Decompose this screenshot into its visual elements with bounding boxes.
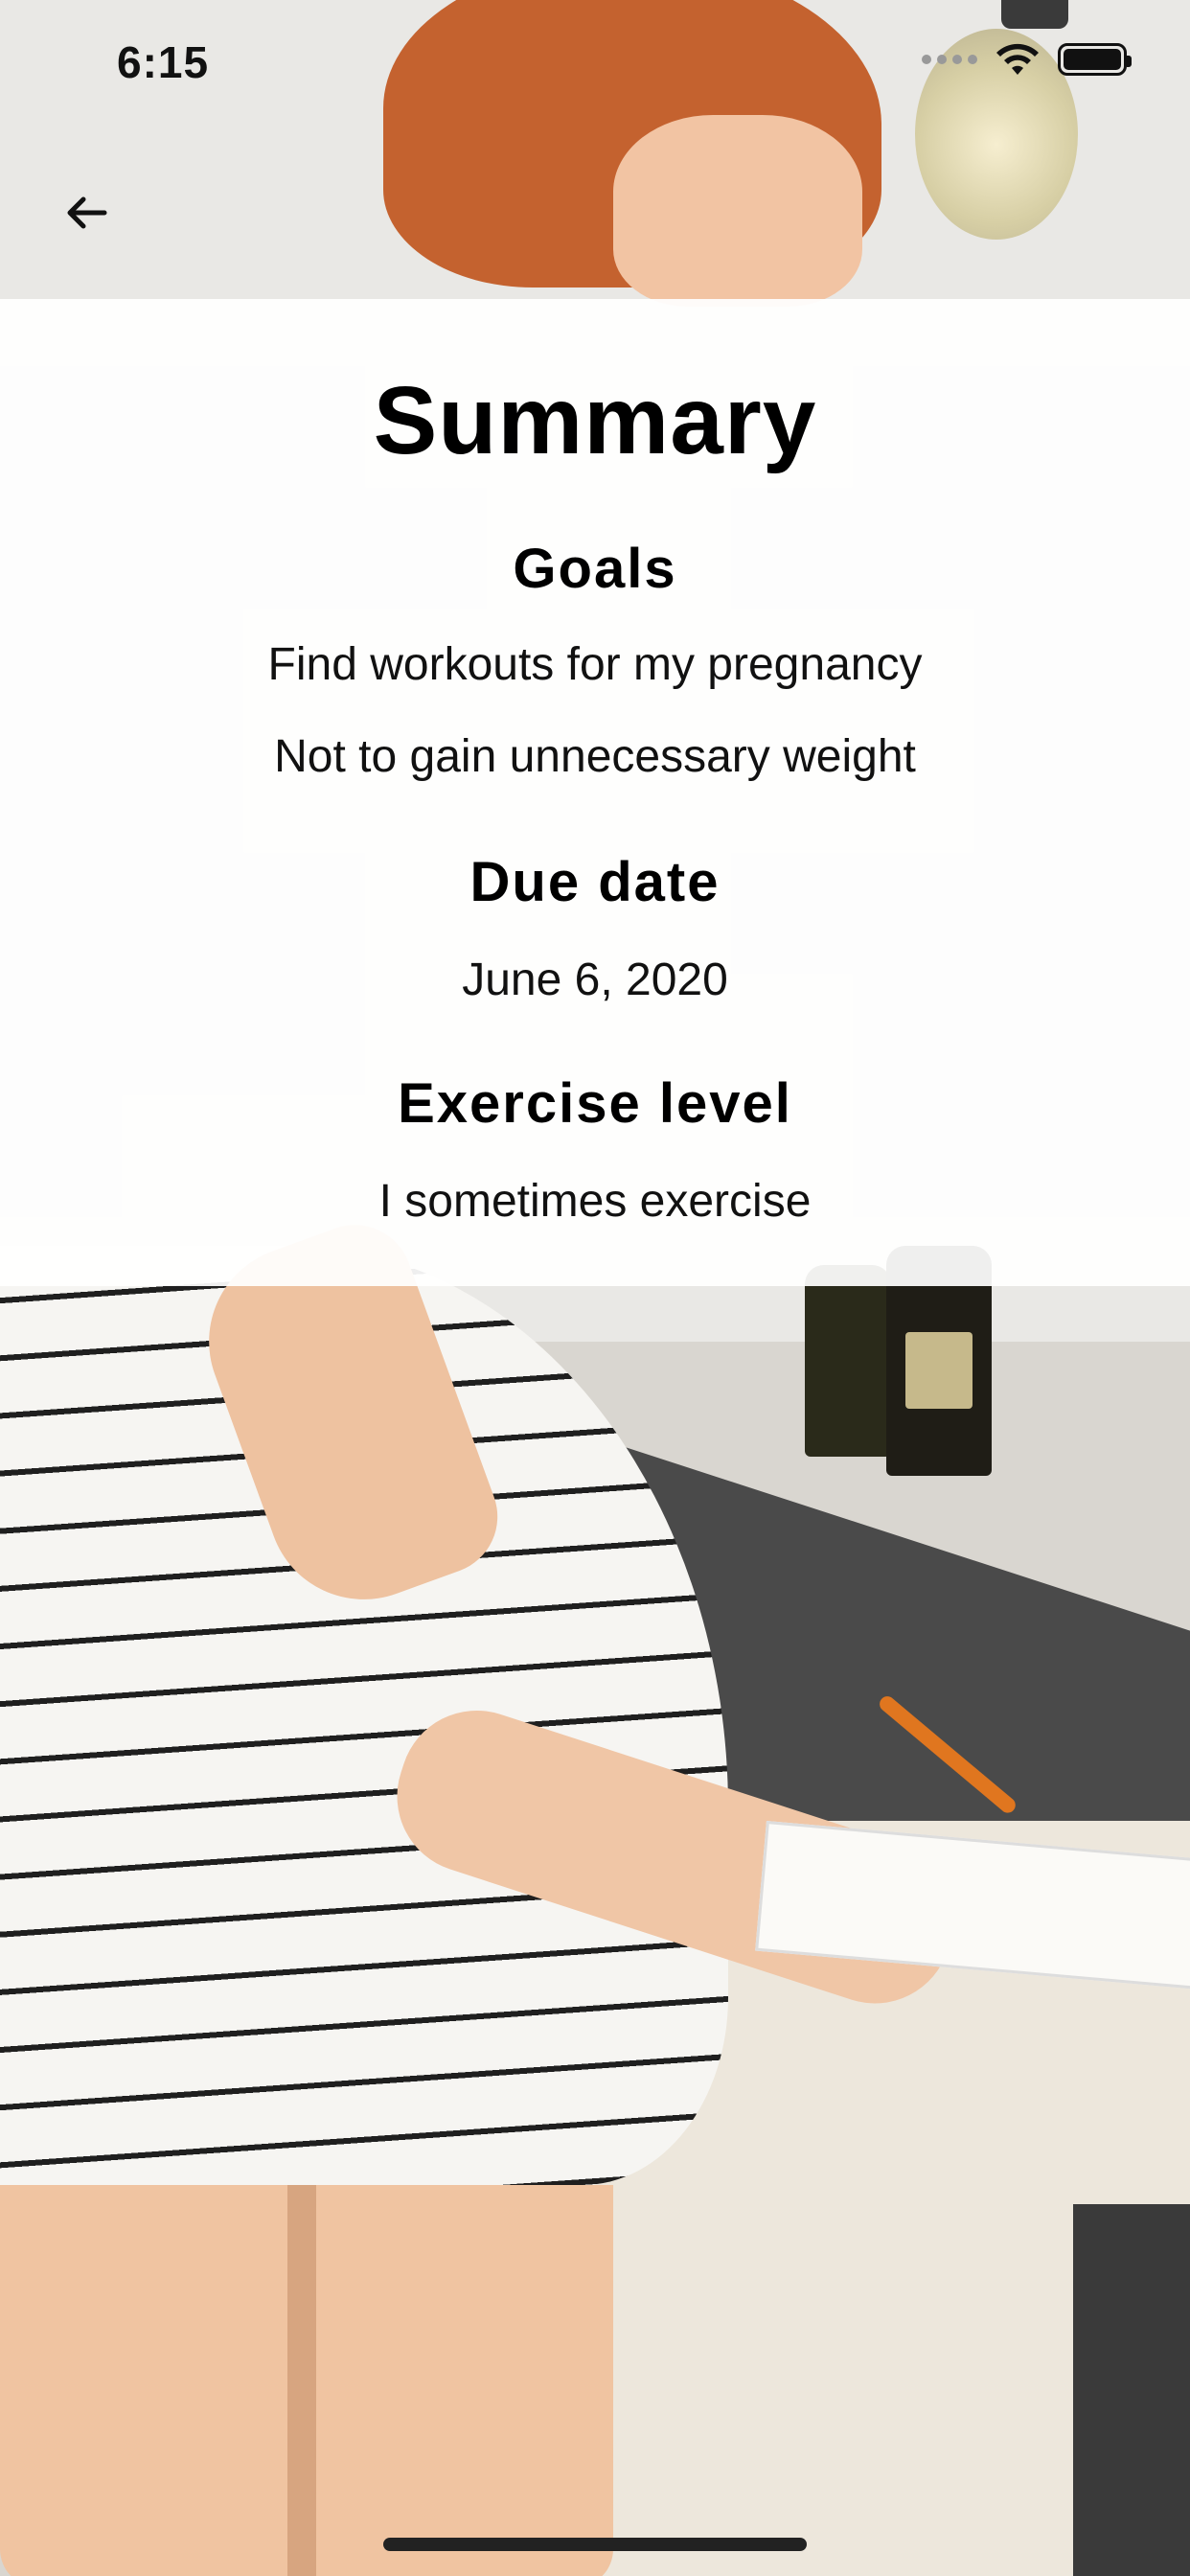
wine-bottle (805, 1265, 891, 1457)
battery-icon (1058, 43, 1132, 76)
due-date-heading: Due date (469, 851, 721, 913)
signal-icon (922, 55, 977, 64)
exercise-level-value: I sometimes exercise (378, 1176, 812, 1227)
goals-heading: Goals (513, 538, 677, 600)
back-button[interactable] (56, 182, 117, 243)
page-title: Summary (373, 367, 817, 474)
goal-item: Find workouts for my pregnancy (267, 639, 923, 690)
wifi-icon (995, 42, 1041, 77)
summary-panel: Summary Goals Find workouts for my pregn… (0, 299, 1190, 1286)
status-bar: 6:15 (0, 0, 1190, 134)
exercise-level-heading: Exercise level (398, 1072, 792, 1135)
woman-face (613, 115, 862, 307)
status-time: 6:15 (117, 37, 210, 87)
arrow-left-icon (67, 196, 107, 229)
kitchen-counter-edge (1073, 2204, 1190, 2576)
due-date-value: June 6, 2020 (462, 954, 728, 1005)
home-indicator[interactable] (383, 2538, 807, 2551)
goal-item: Not to gain unnecessary weight (274, 731, 916, 782)
